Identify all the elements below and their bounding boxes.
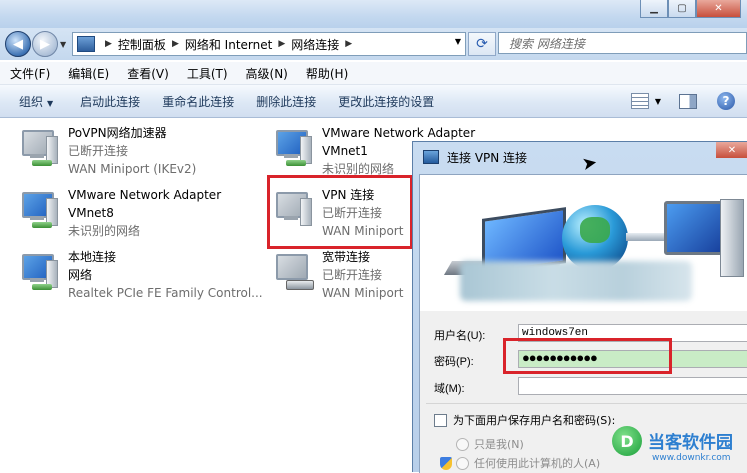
uac-shield-icon [440, 456, 452, 470]
connection-device: Realtek PCIe FE Family Control... [68, 286, 263, 300]
menu-view[interactable]: 查看(V) [117, 65, 177, 82]
dialog-title: 连接 VPN 连接 [447, 150, 528, 165]
menu-file[interactable]: 文件(F) [0, 65, 58, 82]
watermark-url: www.downkr.com [652, 453, 731, 463]
minimize-icon[interactable]: ▁ [640, 0, 668, 18]
window-titlebar: ▁ ▢ ✕ [0, 0, 747, 28]
password-label: 密码(P): [434, 356, 474, 368]
connection-pipe [626, 233, 666, 241]
change-settings-button[interactable]: 更改此连接的设置 [327, 93, 445, 110]
back-button[interactable]: ◀ [5, 31, 31, 57]
password-highlight-box [503, 338, 672, 374]
chevron-down-icon: ▼ [47, 98, 54, 108]
vpn-highlight-box [267, 175, 413, 249]
only-me-label: 只是我(N) [474, 438, 524, 451]
network-adapter-icon [270, 124, 318, 172]
username-label: 用户名(U): [434, 330, 486, 342]
control-panel-icon [77, 36, 95, 52]
domain-field[interactable] [518, 377, 747, 395]
forward-arrow-icon: ▶ [40, 36, 50, 52]
connection-status: 网络 [68, 268, 93, 282]
save-credentials-checkbox[interactable] [434, 413, 447, 427]
connection-name: 宽带连接 [322, 250, 371, 264]
start-connection-button[interactable]: 启动此连接 [64, 93, 151, 110]
menu-bar: 文件(F) 编辑(E) 查看(V) 工具(T) 高级(N) 帮助(H) [0, 62, 747, 85]
organize-button[interactable]: 组织 ▼ [0, 93, 64, 110]
site-watermark: D 当客软件园 www.downkr.com [612, 422, 747, 471]
address-dropdown-icon[interactable]: ▼ [455, 37, 461, 46]
vpn-icon [423, 150, 439, 164]
menu-advanced[interactable]: 高级(N) [236, 65, 296, 82]
server-tower-icon [720, 199, 744, 277]
watermark-title: 当客软件园 [648, 433, 733, 453]
view-dropdown-icon[interactable]: ▼ [655, 97, 661, 106]
only-me-radio[interactable] [456, 437, 469, 451]
connection-item[interactable]: VMware Network Adapter VMnet8 未识别的网络 [16, 186, 221, 240]
connection-name: VMware Network Adapter [322, 126, 476, 140]
address-row: ◀ ▶ ▼ ▶ 控制面板 ▶ 网络和 Internet ▶ 网络连接 ▶ ▼ ⟳… [0, 28, 747, 60]
connection-item[interactable]: PoVPN网络加速器 已断开连接 WAN Miniport (IKEv2) [16, 124, 196, 178]
breadcrumb-network-internet[interactable]: 网络和 Internet [185, 36, 272, 53]
anyone-radio[interactable] [456, 456, 469, 470]
forward-button[interactable]: ▶ [32, 31, 58, 57]
refresh-button[interactable]: ⟳ [468, 32, 496, 56]
close-icon[interactable]: ✕ [696, 0, 741, 18]
anyone-label: 任何使用此计算机的人(A) [474, 457, 601, 470]
connection-name: 本地连接 [68, 250, 117, 264]
command-bar: 组织 ▼ 启动此连接 重命名此连接 删除此连接 更改此连接的设置 ▼ ? [0, 85, 747, 118]
preview-pane-icon[interactable] [679, 93, 697, 109]
change-view-icon[interactable] [630, 93, 649, 109]
menu-help[interactable]: 帮助(H) [296, 65, 356, 82]
delete-connection-button[interactable]: 删除此连接 [245, 93, 327, 110]
help-icon[interactable]: ? [717, 92, 735, 110]
divider [426, 403, 747, 404]
rename-connection-button[interactable]: 重命名此连接 [151, 93, 245, 110]
maximize-icon[interactable]: ▢ [668, 0, 696, 18]
breadcrumb: ▶ 控制面板 ▶ 网络和 Internet ▶ 网络连接 ▶ [99, 36, 358, 53]
server-monitor-icon [664, 201, 726, 255]
breadcrumb-control-panel[interactable]: 控制面板 [118, 36, 166, 53]
connection-status: 已断开连接 [322, 268, 383, 282]
refresh-icon: ⟳ [476, 36, 488, 52]
network-adapter-icon [16, 124, 64, 172]
address-bar[interactable]: ▶ 控制面板 ▶ 网络和 Internet ▶ 网络连接 ▶ ▼ [72, 32, 466, 56]
menu-edit[interactable]: 编辑(E) [58, 65, 117, 82]
connection-device: WAN Miniport (IKEv2) [68, 162, 197, 176]
connection-status: 已断开连接 [68, 144, 129, 158]
breadcrumb-chevron-icon[interactable]: ▶ [278, 39, 285, 49]
view-controls: ▼ ? [630, 85, 747, 117]
back-arrow-icon: ◀ [13, 36, 23, 52]
broadband-modem-icon [270, 248, 318, 296]
breadcrumb-chevron-icon[interactable]: ▶ [345, 39, 352, 49]
save-credentials-label: 为下面用户保存用户名和密码(S): [453, 414, 616, 427]
search-input[interactable]: 搜索 网络连接 [498, 32, 747, 54]
save-credentials-option[interactable]: 为下面用户保存用户名和密码(S): [434, 412, 615, 428]
dialog-close-icon[interactable]: ✕ [716, 142, 747, 158]
only-me-option[interactable]: 只是我(N) [456, 436, 524, 452]
blurred-region [460, 261, 692, 301]
breadcrumb-chevron-icon[interactable]: ▶ [172, 39, 179, 49]
organize-label: 组织 [19, 94, 44, 109]
network-adapter-icon [16, 186, 64, 234]
menu-tools[interactable]: 工具(T) [177, 65, 236, 82]
network-adapter-icon [16, 248, 64, 296]
anyone-option[interactable]: 任何使用此计算机的人(A) [440, 455, 601, 471]
vpn-banner-image [420, 175, 747, 311]
recent-pages-dropdown-icon[interactable]: ▼ [60, 40, 66, 49]
caption-buttons: ▁ ▢ ✕ [640, 0, 741, 18]
connection-item[interactable]: 宽带连接 已断开连接 WAN Miniport [270, 248, 403, 302]
connection-device: 未识别的网络 [68, 224, 141, 238]
watermark-logo-icon: D [612, 426, 642, 456]
connection-name: PoVPN网络加速器 [68, 126, 167, 140]
connection-status: VMnet8 [68, 206, 114, 220]
connection-item[interactable]: 本地连接 网络 Realtek PCIe FE Family Control..… [16, 248, 263, 302]
breadcrumb-chevron-icon[interactable]: ▶ [105, 39, 112, 49]
domain-label: 域(M): [434, 383, 465, 395]
connection-device: WAN Miniport [322, 286, 404, 300]
breadcrumb-network-connections[interactable]: 网络连接 [291, 36, 339, 53]
connection-name: VMware Network Adapter [68, 188, 222, 202]
